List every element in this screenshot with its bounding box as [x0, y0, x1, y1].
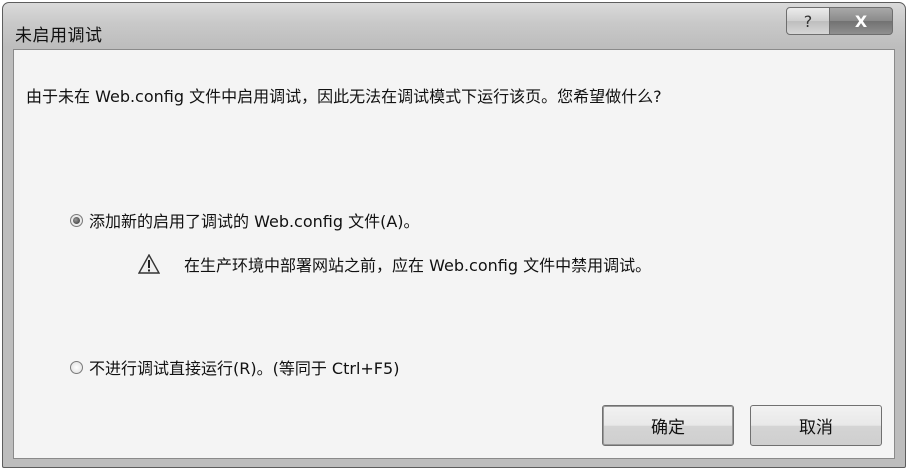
cancel-button[interactable]: 取消 — [750, 405, 882, 446]
help-button[interactable]: ? — [786, 7, 830, 35]
window-title: 未启用调试 — [15, 26, 103, 46]
radio-run-without-debug[interactable] — [70, 360, 83, 374]
ok-button[interactable]: 确定 — [602, 405, 734, 446]
option-add-config[interactable]: 添加新的启用了调试的 Web.config 文件(A)。 — [70, 208, 420, 232]
option-add-config-label: 添加新的启用了调试的 Web.config 文件(A)。 — [89, 212, 420, 231]
help-icon: ? — [803, 11, 813, 31]
warning-icon — [138, 254, 160, 274]
option-run-without-debug-label: 不进行调试直接运行(R)。(等同于 Ctrl+F5) — [89, 359, 400, 378]
warning-text: 在生产环境中部署网站之前，应在 Web.config 文件中禁用调试。 — [184, 256, 652, 275]
dialog-content: 由于未在 Web.config 文件中启用调试，因此无法在调试模式下运行该页。您… — [13, 49, 895, 459]
radio-add-config[interactable] — [70, 213, 83, 227]
warning-note: 在生产环境中部署网站之前，应在 Web.config 文件中禁用调试。 — [138, 252, 651, 276]
close-icon: X — [854, 11, 868, 31]
dialog-window: 未启用调试 ? X 由于未在 Web.config 文件中启用调试，因此无法在调… — [2, 2, 906, 468]
message-text: 由于未在 Web.config 文件中启用调试，因此无法在调试模式下运行该页。您… — [26, 87, 662, 106]
title-bar: 未启用调试 ? X — [3, 3, 905, 49]
option-run-without-debug[interactable]: 不进行调试直接运行(R)。(等同于 Ctrl+F5) — [70, 355, 399, 379]
close-button[interactable]: X — [829, 7, 893, 35]
